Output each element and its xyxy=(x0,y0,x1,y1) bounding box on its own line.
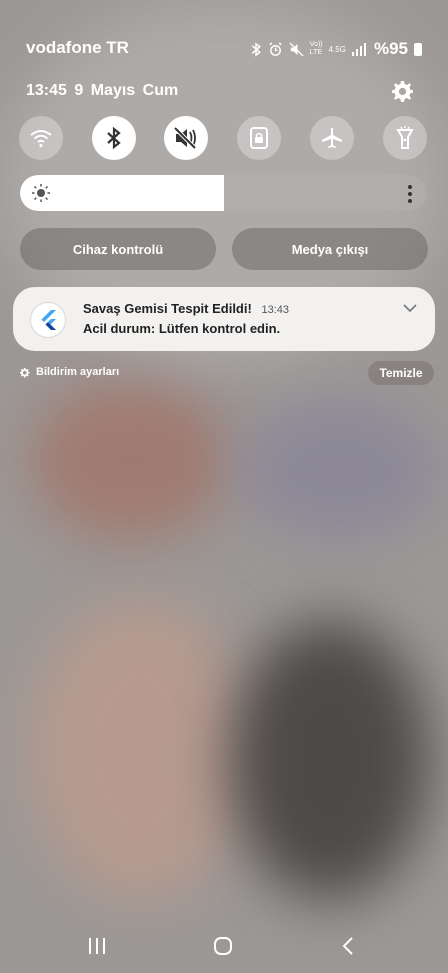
navigation-bar xyxy=(0,930,448,964)
mute-icon xyxy=(289,41,304,57)
flashlight-toggle[interactable] xyxy=(383,116,427,160)
network-type-label: 4.5G xyxy=(328,44,346,54)
clear-button[interactable]: Temizle xyxy=(368,361,434,385)
notification-card[interactable]: Savaş Gemisi Tespit Edildi! 13:43 Acil d… xyxy=(13,287,435,351)
more-options-icon[interactable] xyxy=(407,184,413,204)
airplane-icon xyxy=(322,128,342,148)
volte-label: Vo)) xyxy=(309,41,323,48)
bluetooth-icon xyxy=(251,41,261,57)
notification-settings-label: Bildirim ayarları xyxy=(36,366,120,378)
screen-lock-icon xyxy=(250,127,268,149)
recent-apps-icon[interactable] xyxy=(88,936,106,956)
flashlight-icon xyxy=(396,126,414,149)
app-icon-container xyxy=(30,302,66,338)
date-label: 9 Mayıs Cum xyxy=(74,82,179,99)
date-time: 13:45 9 Mayıs Cum xyxy=(26,82,178,100)
device-control-button[interactable]: Cihaz kontrolü xyxy=(20,228,216,270)
back-icon[interactable] xyxy=(341,936,355,956)
media-output-button[interactable]: Medya çıkışı xyxy=(232,228,428,270)
brightness-sun-icon xyxy=(32,184,50,202)
battery-icon xyxy=(414,42,422,56)
screen-lock-toggle[interactable] xyxy=(237,116,281,160)
signal-icon xyxy=(351,42,366,56)
quick-settings-row xyxy=(19,116,429,162)
network-type-stack: Vo)) LTE xyxy=(310,41,323,57)
sound-mute-toggle[interactable] xyxy=(164,116,208,160)
notification-time: 13:43 xyxy=(261,304,289,316)
status-icons: Vo)) LTE 4.5G %95 xyxy=(250,39,422,59)
airplane-toggle[interactable] xyxy=(310,116,354,160)
flutter-icon xyxy=(41,310,56,330)
mute-speaker-icon xyxy=(174,127,197,149)
wifi-toggle[interactable] xyxy=(19,116,63,160)
brightness-fill xyxy=(20,175,224,211)
home-icon[interactable] xyxy=(213,936,233,956)
settings-gear-icon[interactable] xyxy=(390,79,414,103)
notification-title-row: Savaş Gemisi Tespit Edildi! 13:43 xyxy=(83,301,289,316)
alarm-icon xyxy=(269,41,282,56)
notification-title: Savaş Gemisi Tespit Edildi! xyxy=(83,301,252,316)
carrier-label: vodafone TR xyxy=(26,38,129,57)
wifi-icon xyxy=(30,130,52,148)
status-bar: vodafone TR Vo)) LTE 4.5G %95 xyxy=(0,0,448,70)
bluetooth-icon xyxy=(107,126,121,150)
expand-chevron-icon[interactable] xyxy=(403,303,417,313)
brightness-slider[interactable] xyxy=(20,175,427,211)
notification-body: Acil durum: Lütfen kontrol edin. xyxy=(83,321,281,336)
small-gear-icon xyxy=(19,367,30,378)
clock-time: 13:45 xyxy=(26,82,67,99)
battery-percent: %95 xyxy=(373,39,408,58)
bluetooth-toggle[interactable] xyxy=(92,116,136,160)
notification-settings-link[interactable]: Bildirim ayarları xyxy=(19,366,119,378)
lte-label: LTE xyxy=(309,49,323,56)
